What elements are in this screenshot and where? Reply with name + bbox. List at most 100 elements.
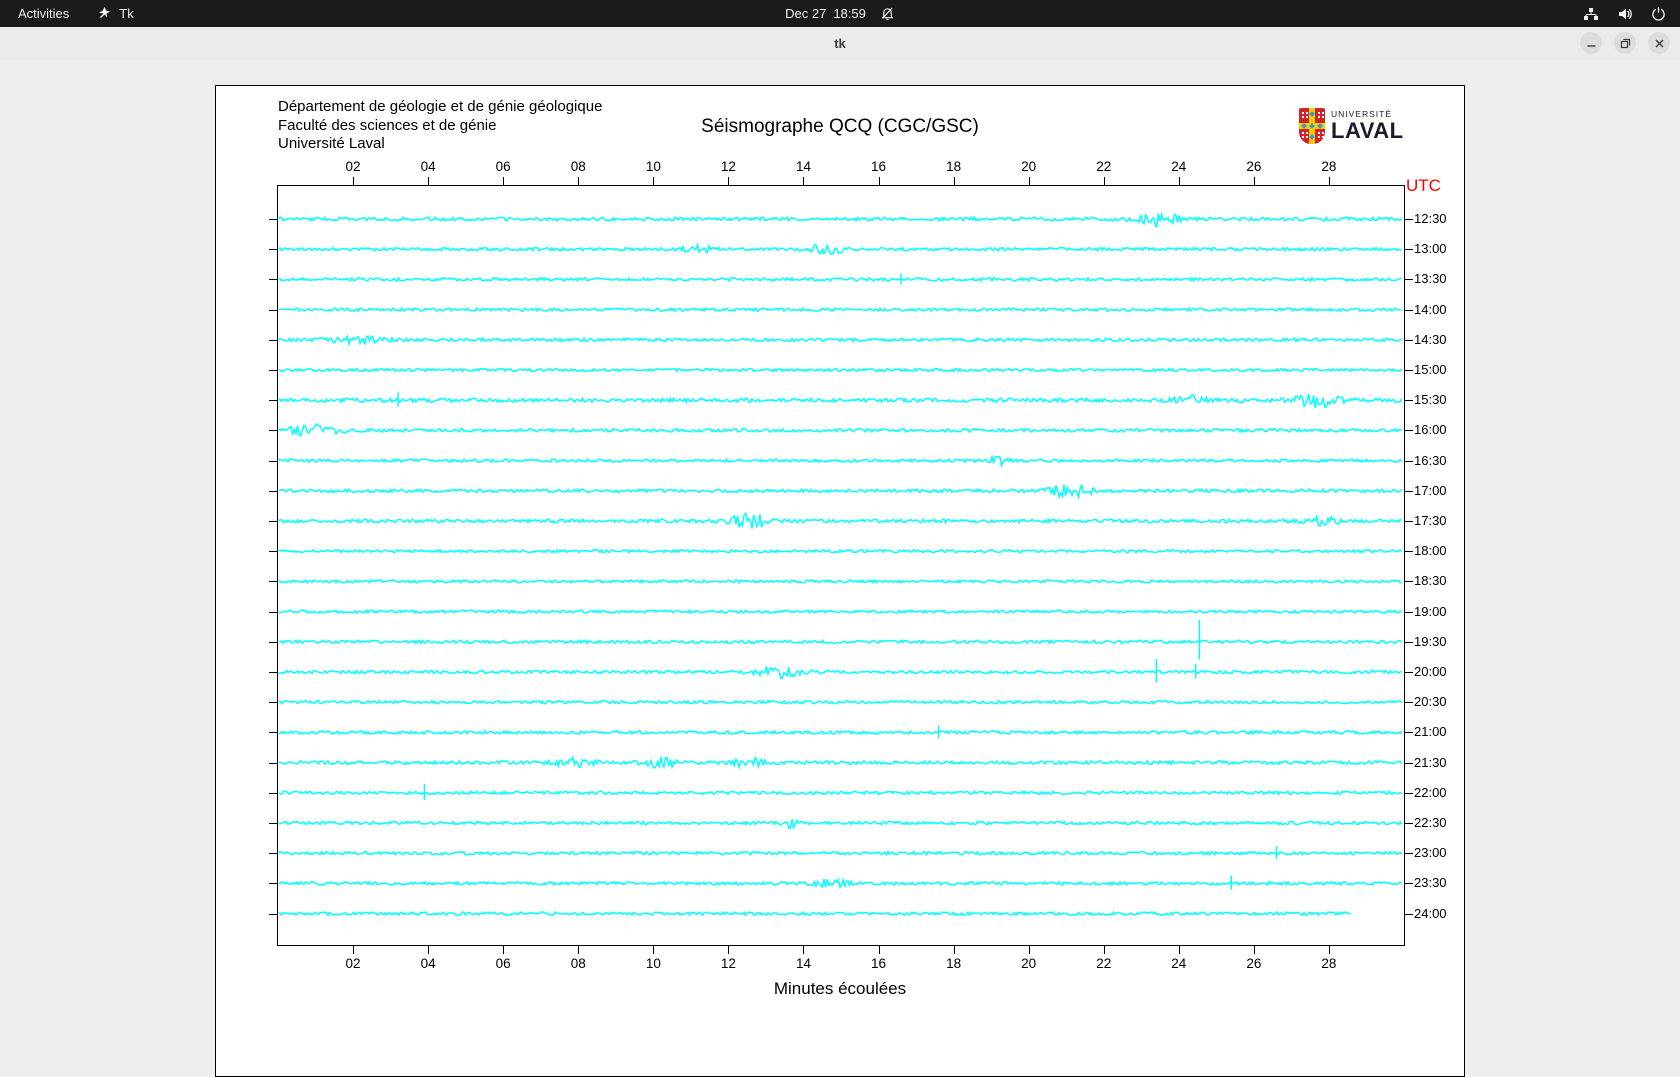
trace-14:00 xyxy=(278,306,1402,313)
y-tick-left xyxy=(269,853,278,855)
x-tick-label-bottom: 02 xyxy=(345,956,361,971)
trace-23:30 xyxy=(278,877,1402,890)
x-tick-label-bottom: 14 xyxy=(795,956,811,971)
utc-time-label: 16:00 xyxy=(1414,422,1447,438)
x-tick-bottom xyxy=(1103,945,1105,954)
x-tick-bottom xyxy=(578,945,580,954)
x-tick-label-top: 20 xyxy=(1021,159,1037,174)
trace-16:00 xyxy=(278,422,1402,438)
x-tick-label-bottom: 12 xyxy=(720,956,736,971)
power-icon xyxy=(1651,6,1666,21)
x-tick-top xyxy=(1028,177,1030,186)
y-tick-left xyxy=(269,641,278,643)
minimize-button[interactable] xyxy=(1580,32,1602,54)
tk-icon xyxy=(97,6,112,21)
utc-time-label: 23:30 xyxy=(1414,875,1447,891)
x-tick-top xyxy=(878,177,880,186)
x-tick-top xyxy=(578,177,580,186)
y-tick-left xyxy=(269,551,278,553)
x-tick-label-top: 04 xyxy=(420,159,436,174)
utc-time-label: 20:30 xyxy=(1414,694,1447,710)
utc-time-label: 17:30 xyxy=(1414,513,1447,528)
trace-17:00 xyxy=(278,484,1403,500)
activities-button[interactable]: Activities xyxy=(18,6,69,21)
x-tick-bottom xyxy=(503,945,505,954)
x-tick-label-bottom: 26 xyxy=(1246,956,1262,971)
page-title: Séismographe QCQ (CGC/GSC) xyxy=(701,116,979,137)
y-tick-right xyxy=(1404,279,1413,281)
app-menu-label: Tk xyxy=(119,6,134,21)
x-tick-top xyxy=(1103,177,1105,186)
y-tick-right xyxy=(1404,521,1413,522)
logo-universite-text: UNIVERSITÉ xyxy=(1331,108,1393,119)
y-tick-left xyxy=(269,702,278,704)
utc-time-label: 19:30 xyxy=(1414,633,1447,649)
x-tick-label-top: 18 xyxy=(946,159,962,174)
trace-19:30 xyxy=(278,638,1402,646)
trace-24:00 xyxy=(278,910,1351,917)
y-tick-left xyxy=(269,611,278,613)
x-tick-bottom xyxy=(878,945,880,954)
trace-14:30 xyxy=(278,333,1402,347)
y-tick-left xyxy=(269,370,278,371)
y-tick-left xyxy=(269,219,278,220)
utc-time-label: 13:00 xyxy=(1414,241,1447,257)
x-tick-label-bottom: 18 xyxy=(946,956,962,971)
x-tick-label-bottom: 04 xyxy=(420,956,436,971)
y-tick-right xyxy=(1404,309,1413,311)
utc-time-label: 23:00 xyxy=(1414,845,1447,861)
x-tick-label-top: 22 xyxy=(1096,159,1112,174)
trace-17:30 xyxy=(278,511,1402,529)
laval-logo: UNIVERSITÉ LAVAL xyxy=(1299,108,1404,144)
utc-label: UTC xyxy=(1406,176,1441,195)
y-tick-right xyxy=(1404,339,1413,341)
trace-20:00 xyxy=(278,666,1402,680)
y-tick-right xyxy=(1404,581,1413,583)
x-tick-bottom xyxy=(428,945,430,954)
laval-crest-icon xyxy=(1299,108,1325,144)
y-tick-right xyxy=(1404,732,1413,734)
y-tick-right xyxy=(1404,913,1413,915)
utc-time-label: 22:30 xyxy=(1414,815,1447,830)
utc-time-label: 22:00 xyxy=(1414,784,1447,800)
y-tick-right xyxy=(1404,219,1413,220)
clock[interactable]: Dec 27 18:59 xyxy=(785,6,866,21)
x-tick-top xyxy=(728,177,730,186)
app-menu[interactable]: Tk xyxy=(97,6,134,21)
trace-21:00 xyxy=(278,729,1403,736)
trace-22:30 xyxy=(278,818,1403,831)
x-tick-label-top: 28 xyxy=(1321,159,1337,174)
y-tick-left xyxy=(269,792,278,794)
clock-time: 18:59 xyxy=(833,6,866,21)
x-tick-bottom xyxy=(1328,945,1330,954)
x-tick-label-top: 14 xyxy=(795,159,811,174)
logo-laval-text: LAVAL xyxy=(1331,118,1404,144)
trace-15:00 xyxy=(278,367,1403,373)
system-status-area[interactable] xyxy=(1583,6,1666,22)
utc-time-label: 16:30 xyxy=(1414,452,1447,468)
y-tick-right xyxy=(1404,400,1413,402)
window-titlebar[interactable]: tk xyxy=(0,27,1680,61)
y-tick-left xyxy=(269,672,278,673)
y-tick-right xyxy=(1404,460,1413,462)
x-tick-label-bottom: 22 xyxy=(1096,956,1112,971)
y-tick-left xyxy=(269,279,278,281)
y-tick-right xyxy=(1404,792,1413,794)
y-tick-left xyxy=(269,762,278,764)
close-button[interactable] xyxy=(1648,32,1670,54)
x-tick-bottom xyxy=(353,945,355,954)
x-tick-top xyxy=(953,177,955,186)
institution-line-1: Département de géologie et de génie géol… xyxy=(278,98,603,115)
x-tick-label-top: 12 xyxy=(720,159,736,174)
x-tick-label-top: 26 xyxy=(1246,159,1262,174)
x-tick-bottom xyxy=(653,945,655,954)
x-tick-label-bottom: 16 xyxy=(871,956,887,971)
x-tick-bottom xyxy=(1253,945,1255,954)
utc-time-label: 14:30 xyxy=(1414,331,1447,347)
window-title: tk xyxy=(834,36,846,51)
clock-date: Dec 27 xyxy=(785,6,827,21)
trace-19:00 xyxy=(278,608,1403,615)
maximize-button[interactable] xyxy=(1614,32,1636,54)
x-tick-top xyxy=(503,177,505,186)
utc-time-label: 18:00 xyxy=(1414,543,1447,559)
